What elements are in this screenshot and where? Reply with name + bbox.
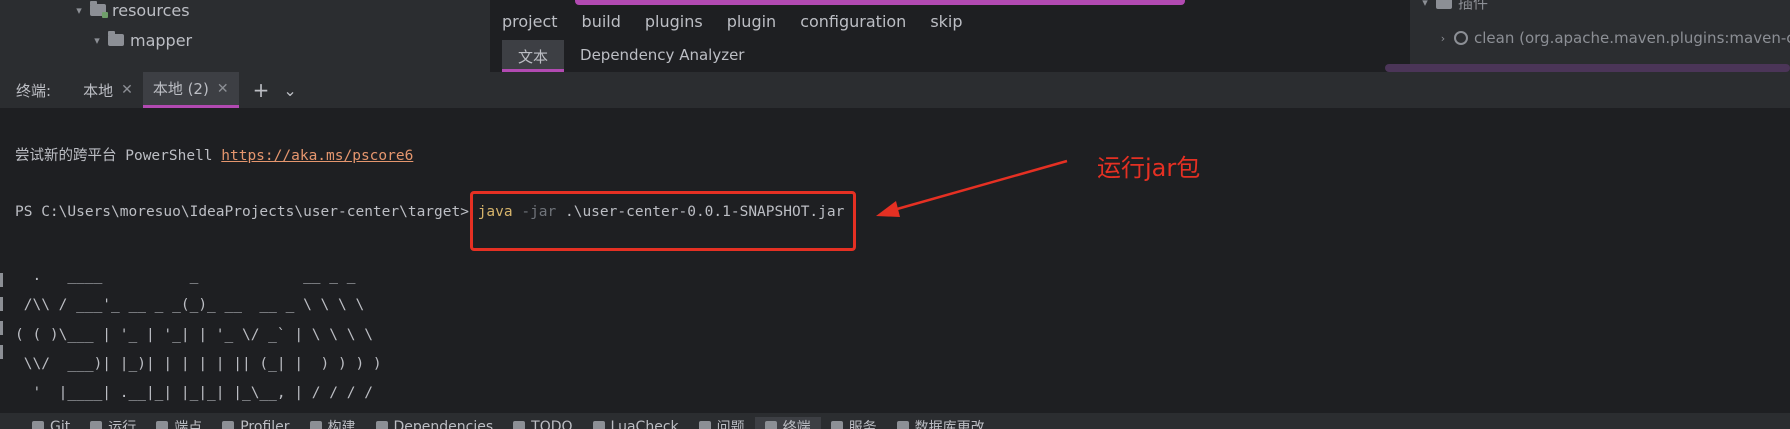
tool-label: 端点: [174, 420, 203, 429]
annotation-text: 运行jar包: [1097, 154, 1201, 182]
dependencies-icon: [375, 421, 388, 429]
tool-label: TODO: [531, 419, 573, 429]
tool-window-bar: Git 运行 端点 Profiler 构建 Dependencies TODO …: [0, 413, 1790, 429]
git-icon: [32, 421, 44, 429]
tool-label: Dependencies: [393, 419, 494, 429]
tool-build[interactable]: 构建: [300, 417, 366, 429]
tool-luacheck[interactable]: LuaCheck: [583, 417, 689, 429]
tool-label: 服务: [848, 420, 877, 429]
tool-endpoints[interactable]: 端点: [146, 417, 212, 429]
luacheck-icon: [592, 421, 605, 429]
tool-git[interactable]: Git: [22, 417, 80, 429]
todo-icon: [513, 421, 526, 429]
run-icon: [90, 421, 103, 429]
tool-services[interactable]: 服务: [821, 417, 887, 429]
tool-label: 构建: [327, 420, 356, 429]
endpoints-icon: [156, 421, 169, 429]
tool-label: LuaCheck: [610, 419, 679, 429]
database-changes-icon: [896, 421, 909, 429]
services-icon: [830, 421, 843, 429]
tool-label: 终端: [782, 420, 811, 429]
tool-label: Profiler: [240, 419, 290, 429]
tool-terminal[interactable]: 终端: [754, 417, 821, 429]
annotation-arrow-icon: [876, 159, 1068, 217]
tool-label: 数据库更改: [914, 420, 985, 429]
build-icon: [309, 421, 322, 429]
tool-database-changes[interactable]: 数据库更改: [887, 417, 995, 429]
tool-profiler[interactable]: Profiler: [212, 417, 299, 429]
tool-label: Git: [50, 419, 71, 429]
tool-dependencies[interactable]: Dependencies: [366, 417, 504, 429]
tool-run[interactable]: 运行: [80, 417, 146, 429]
tool-label: 问题: [716, 420, 745, 429]
problems-icon: [698, 421, 711, 429]
tool-todo[interactable]: TODO: [503, 417, 582, 429]
profiler-icon: [222, 421, 235, 429]
tool-problems[interactable]: 问题: [689, 417, 755, 429]
tool-label: 运行: [108, 420, 137, 429]
terminal-icon: [764, 421, 777, 429]
